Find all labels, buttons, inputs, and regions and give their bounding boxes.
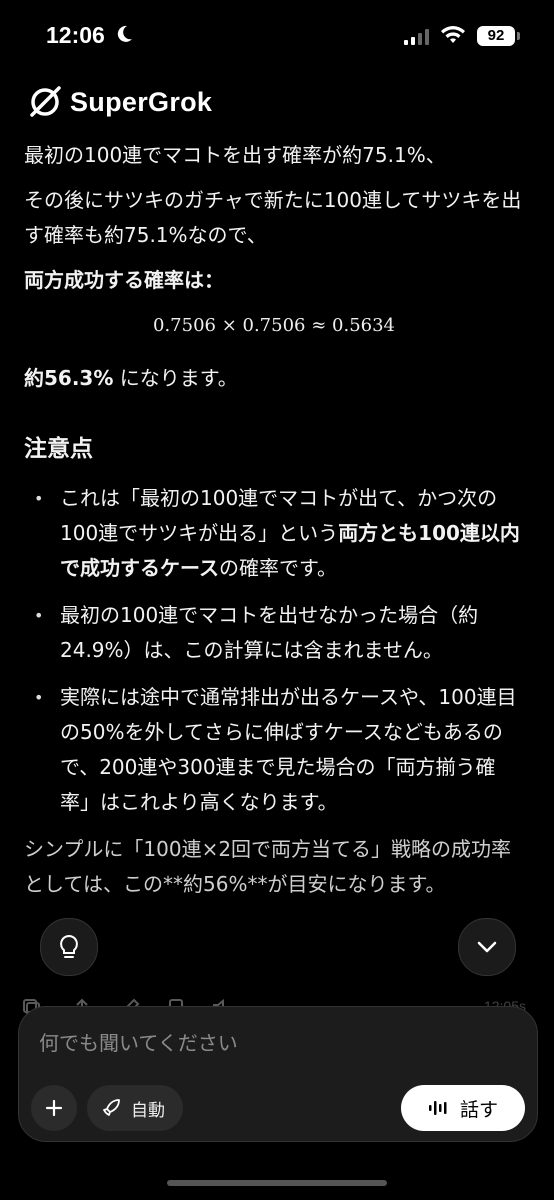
status-bar: 12:06 92 — [0, 0, 554, 72]
list-item: 最初の100連でマコトを出せなかった場合（約24.9%）は、この計算には含まれま… — [24, 598, 524, 668]
message-input[interactable]: 何でも聞いてください — [39, 1027, 238, 1056]
list-item: これは「最初の100連でマコトが出て、かつ次の100連でサツキが出る」という両方… — [24, 481, 524, 586]
message-paragraph: 最初の100連でマコトを出す確率が約75.1%、 — [24, 143, 446, 167]
scroll-down-button[interactable] — [458, 918, 516, 976]
app-brand: SuperGrok — [28, 80, 212, 124]
lightbulb-icon — [60, 934, 78, 958]
cellular-signal-icon — [404, 29, 430, 49]
message-paragraph: その後にサツキのガチャで新たに100連してサツキを出す確率も約75.1%なので、 — [24, 188, 522, 247]
moon-icon — [114, 24, 134, 48]
mode-auto-button[interactable]: 自動 — [87, 1085, 183, 1131]
battery-tip — [517, 32, 520, 40]
wifi-icon — [440, 25, 466, 49]
message-subheading: 両方成功する確率は： — [24, 268, 224, 292]
chevron-down-icon — [477, 941, 497, 953]
assistant-message: 最初の100連でマコトを出す確率が約75.1%、 その後にサツキのガチャで新たに… — [24, 138, 524, 912]
grok-logo-icon — [30, 86, 61, 117]
notes-list: これは「最初の100連でマコトが出て、かつ次の100連でサツキが出る」という両方… — [24, 481, 524, 820]
voice-speak-button[interactable]: 話す — [401, 1085, 525, 1131]
list-item-text: の確率です。 — [219, 556, 337, 580]
plus-icon — [45, 1099, 63, 1117]
suggestion-button[interactable] — [40, 918, 98, 976]
list-item: 実際には途中で通常排出が出るケースや、100連目の50%を外してさらに伸ばすケー… — [24, 680, 524, 820]
message-result: 約56.3% になります。 — [24, 361, 524, 396]
rocket-icon — [103, 1099, 120, 1116]
attach-button[interactable] — [31, 1085, 77, 1131]
math-formula: 0.7506 × 0.7506 ≈ 0.5634 — [153, 315, 395, 336]
voice-speak-label: 話す — [459, 1098, 498, 1121]
message-paragraph: シンプルに「100連×2回で両方当てる」戦略の成功率としては、この**約56%*… — [24, 837, 512, 896]
battery-indicator: 92 — [477, 26, 515, 46]
status-time: 12:06 — [46, 22, 105, 48]
result-text: になります。 — [113, 366, 238, 390]
mode-auto-label: 自動 — [131, 1100, 165, 1121]
home-indicator — [167, 1180, 387, 1186]
waveform-icon — [428, 1101, 447, 1115]
result-value: 約56.3% — [24, 366, 114, 390]
chat-composer: 何でも聞いてください 自動 話す — [18, 1006, 538, 1142]
section-heading: 注意点 — [24, 436, 93, 462]
brand-name: SuperGrok — [70, 86, 213, 117]
